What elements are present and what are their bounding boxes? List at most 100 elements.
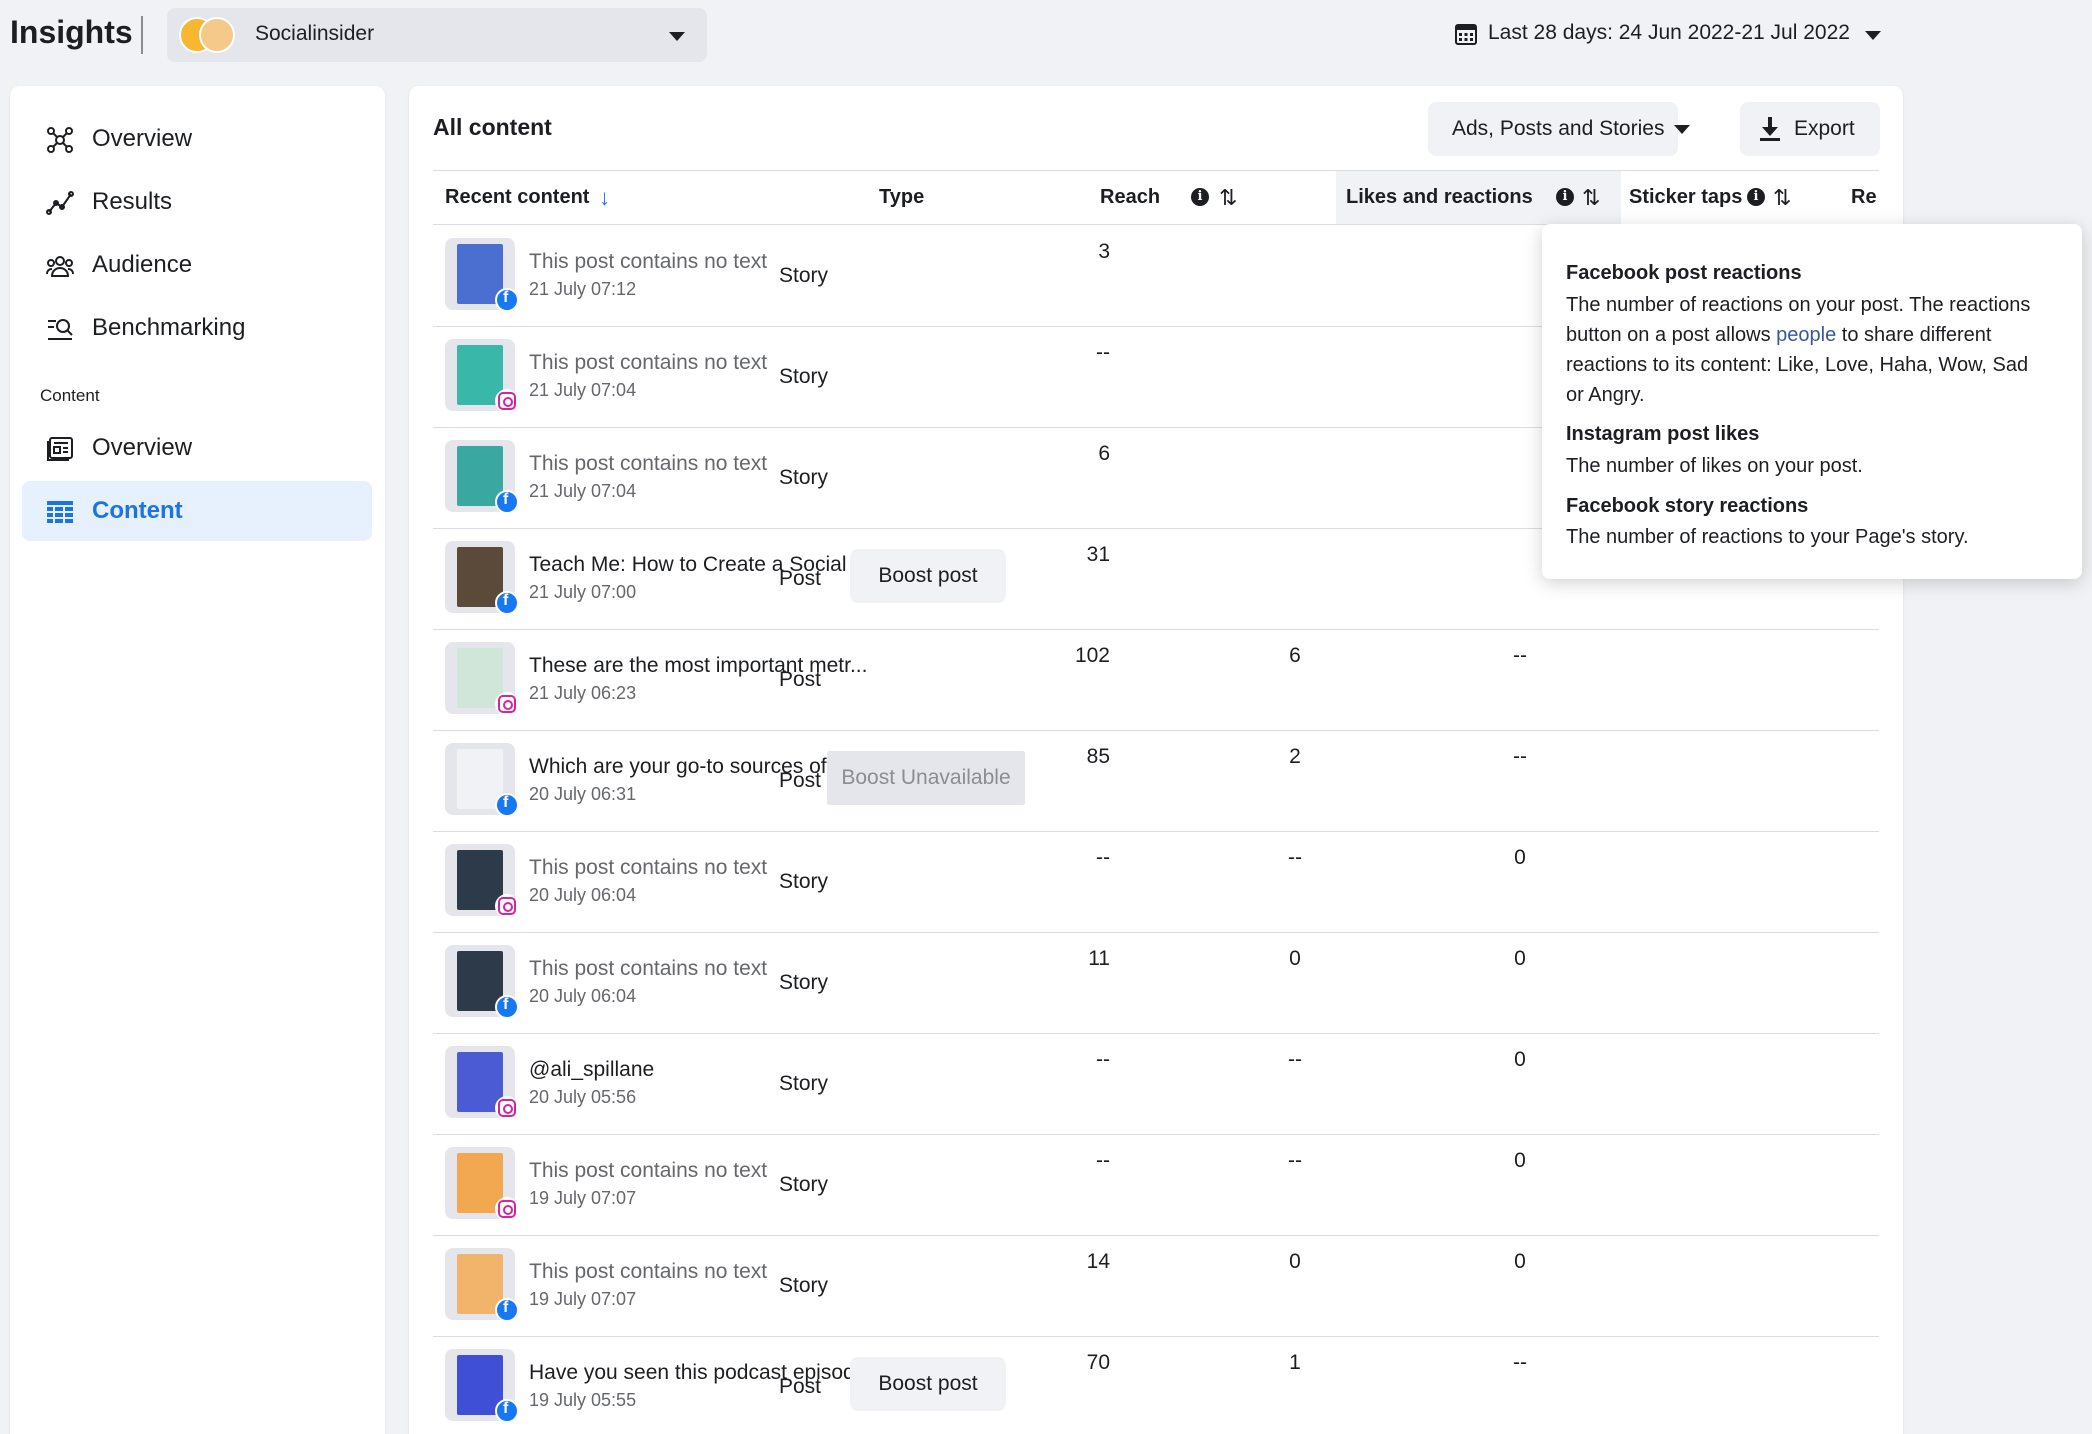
- title-divider: [141, 16, 143, 54]
- table-row[interactable]: This post contains no text 20 July 06:04 S…: [433, 933, 1879, 1034]
- sticker-taps-value: 0: [1514, 846, 1526, 869]
- calendar-icon: [1455, 24, 1477, 45]
- facebook-icon: [495, 1298, 519, 1322]
- post-date: 19 July 07:07: [529, 1188, 637, 1208]
- instagram-icon: [495, 894, 519, 918]
- reach-value: --: [1096, 1149, 1110, 1172]
- post-date: 20 July 06:31: [529, 784, 637, 804]
- export-button[interactable]: Export: [1740, 102, 1880, 156]
- post-text[interactable]: @ali_spillane: [529, 1058, 654, 1082]
- people-icon: [46, 256, 74, 277]
- facebook-icon: [495, 995, 519, 1019]
- column-header-likes-reactions[interactable]: Likes and reactions i ⇅: [1336, 171, 1621, 224]
- table-row[interactable]: These are the most important metr... 21 J…: [433, 630, 1879, 731]
- table-row[interactable]: This post contains no text 20 July 06:04 S…: [433, 832, 1879, 933]
- post-type: Post: [779, 1375, 822, 1398]
- likes-value: 2: [1289, 745, 1301, 768]
- post-text[interactable]: This post contains no text: [529, 957, 767, 981]
- caret-down-icon: [1865, 31, 1881, 40]
- column-header-next[interactable]: Re: [1821, 171, 1879, 224]
- column-header-sticker-taps[interactable]: Sticker taps i ⇅: [1621, 171, 1821, 224]
- sidebar-item-overview[interactable]: Overview: [22, 109, 372, 169]
- instagram-icon: [495, 389, 519, 413]
- sort-icon[interactable]: ⇅: [1582, 185, 1600, 211]
- sidebar-item-audience[interactable]: Audience: [22, 235, 372, 295]
- likes-value: --: [1288, 1048, 1302, 1071]
- page-title: All content: [433, 114, 552, 140]
- table-row[interactable]: @ali_spillane 20 July 05:56 Story -- -- 0: [433, 1034, 1879, 1135]
- sidebar-item-label: Content: [92, 497, 183, 524]
- sidebar-item-results[interactable]: Results: [22, 172, 372, 232]
- tooltip-heading: Facebook post reactions: [1566, 262, 1802, 284]
- likes-value: 1: [1289, 1351, 1301, 1374]
- reach-value: --: [1096, 846, 1110, 869]
- likes-value: 6: [1289, 644, 1301, 667]
- reach-value: 14: [1086, 1250, 1110, 1273]
- tooltip-text: The number of reactions on your post. Th…: [1566, 294, 2031, 406]
- post-date: 21 July 07:04: [529, 481, 637, 501]
- trend-line-icon: [46, 191, 74, 215]
- post-text[interactable]: This post contains no text: [529, 452, 767, 476]
- reach-value: 85: [1086, 745, 1110, 768]
- reach-value: 11: [1088, 947, 1110, 970]
- reach-value: 31: [1086, 543, 1110, 566]
- tooltip-heading: Facebook story reactions: [1566, 495, 1809, 517]
- table-row[interactable]: This post contains no text 19 July 07:07 S…: [433, 1135, 1879, 1236]
- sidebar-item-label: Overview: [92, 434, 193, 461]
- reach-value: 3: [1098, 240, 1110, 263]
- facebook-icon: [495, 1399, 519, 1423]
- sidebar-item-content[interactable]: Content: [22, 481, 372, 541]
- caret-down-icon: [669, 32, 685, 41]
- table-row[interactable]: Have you seen this podcast episod...19 J…: [433, 1337, 1879, 1434]
- info-icon[interactable]: i: [1747, 188, 1765, 206]
- people-link[interactable]: people: [1776, 324, 1836, 346]
- sidebar-item-benchmarking[interactable]: Benchmarking: [22, 298, 372, 358]
- sticker-taps-value: --: [1513, 1351, 1527, 1374]
- sticker-taps-value: --: [1513, 745, 1527, 768]
- content-type-filter-button[interactable]: Ads, Posts and Stories: [1428, 102, 1690, 156]
- caret-down-icon: [1674, 125, 1690, 134]
- sticker-taps-value: 0: [1514, 1149, 1526, 1172]
- filter-label: Ads, Posts and Stories: [1452, 117, 1665, 140]
- post-text[interactable]: This post contains no text: [529, 351, 767, 375]
- sticker-taps-value: 0: [1514, 1048, 1526, 1071]
- account-selector[interactable]: Socialinsider: [167, 8, 707, 62]
- table-row[interactable]: This post contains no text 19 July 07:07 S…: [433, 1236, 1879, 1337]
- info-icon[interactable]: i: [1191, 188, 1209, 206]
- arrow-down-icon: ↓: [599, 185, 610, 210]
- account-name: Socialinsider: [255, 22, 375, 45]
- sidebar-item-content-overview[interactable]: Overview: [22, 418, 372, 478]
- post-type: Story: [779, 870, 829, 893]
- table-grid-icon: [47, 501, 73, 523]
- facebook-icon: [495, 490, 519, 514]
- sort-icon[interactable]: ⇅: [1219, 185, 1237, 211]
- instagram-icon: [495, 1197, 519, 1221]
- boost-post-button[interactable]: Boost post: [850, 1357, 1006, 1411]
- sidebar: Overview Results Audience Benchmarking C…: [10, 86, 385, 1434]
- column-header-reach[interactable]: Reach i ⇅: [1073, 171, 1303, 224]
- info-icon[interactable]: i: [1556, 188, 1574, 206]
- boost-post-button[interactable]: Boost post: [850, 549, 1006, 603]
- post-date: 21 July 07:00: [529, 582, 637, 602]
- likes-reactions-tooltip: Facebook post reactions The number of re…: [1542, 224, 2082, 579]
- facebook-icon: [495, 288, 519, 312]
- column-header-recent-content[interactable]: Recent content ↓: [433, 171, 873, 224]
- post-text[interactable]: This post contains no text: [529, 250, 767, 274]
- table-row[interactable]: Which are your go-to sources of in...20 …: [433, 731, 1879, 832]
- likes-value: --: [1288, 1149, 1302, 1172]
- post-text[interactable]: This post contains no text: [529, 1260, 767, 1284]
- post-date: 20 July 06:04: [529, 986, 637, 1006]
- date-range-label: Last 28 days: 24 Jun 2022-21 Jul 2022: [1488, 21, 1850, 44]
- post-type: Story: [779, 466, 829, 489]
- sidebar-item-label: Audience: [92, 251, 193, 278]
- tooltip-text: The number of reactions to your Page's s…: [1566, 526, 1969, 548]
- reach-value: --: [1096, 1048, 1110, 1071]
- tooltip-heading: Instagram post likes: [1566, 423, 1760, 445]
- post-date: 20 July 05:56: [529, 1087, 637, 1107]
- facebook-icon: [495, 793, 519, 817]
- sort-icon[interactable]: ⇅: [1773, 185, 1791, 211]
- post-text[interactable]: This post contains no text: [529, 856, 767, 880]
- post-text[interactable]: This post contains no text: [529, 1159, 767, 1183]
- benchmark-search-icon: [48, 319, 73, 340]
- sidebar-item-label: Benchmarking: [92, 314, 246, 341]
